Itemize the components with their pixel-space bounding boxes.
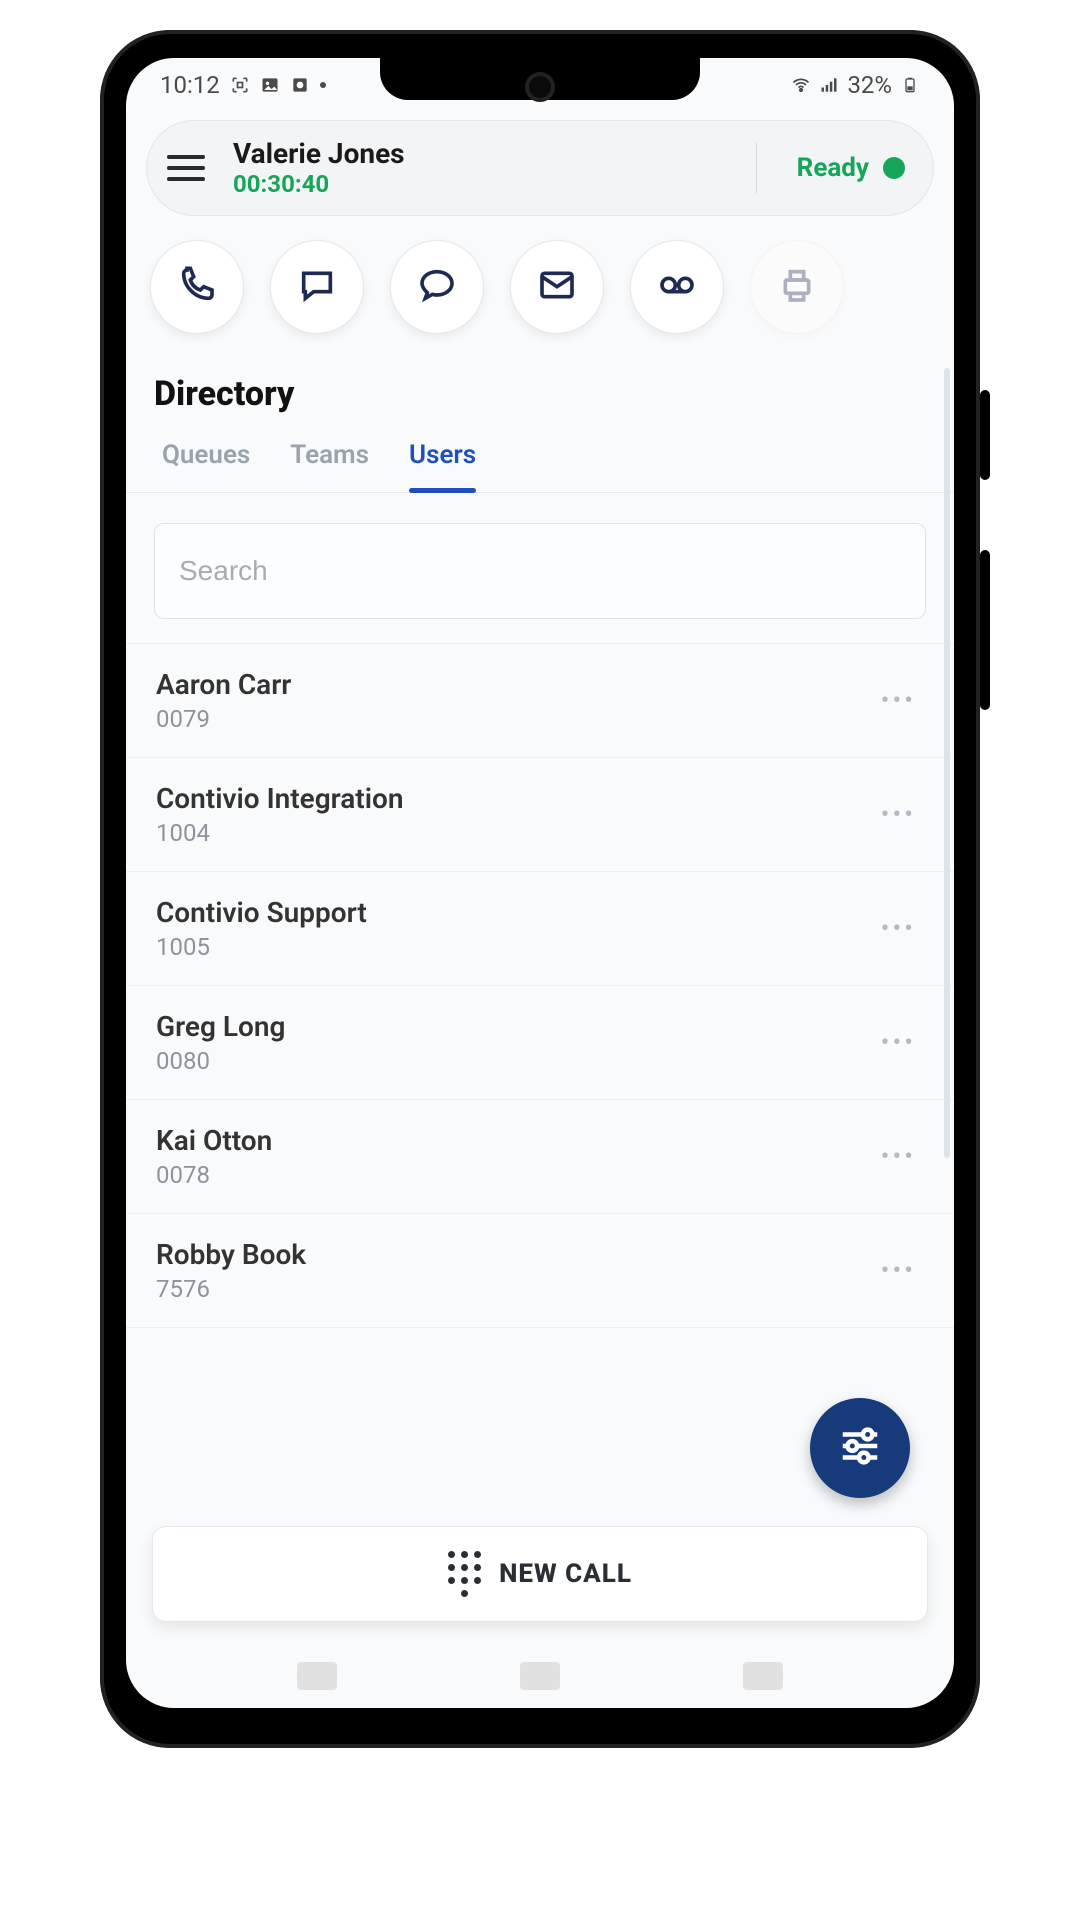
battery-text: 32% [847,71,892,99]
dialpad-icon [448,1551,481,1597]
phone-icon [177,265,217,309]
more-icon[interactable]: ••• [873,1134,924,1180]
more-icon[interactable]: ••• [873,792,924,838]
phone-side-button [980,390,990,480]
user-row[interactable]: Kai Otton 0078 ••• [126,1100,954,1214]
more-notifications-dot [320,82,326,88]
user-extension: 0079 [156,705,291,733]
search-input[interactable] [154,523,926,619]
new-call-label: NEW CALL [499,1559,632,1589]
agent-status-label: Ready [797,153,869,183]
user-name: Contivio Integration [156,782,403,815]
channel-fax [750,240,844,334]
agent-info: Valerie Jones 00:30:40 [233,137,734,199]
status-time: 10:12 [160,71,220,99]
screenshot-icon [230,75,250,95]
user-name: Aaron Carr [156,668,291,701]
filter-fab[interactable] [810,1398,910,1498]
battery-icon [900,75,920,95]
channel-voicemail[interactable] [630,240,724,334]
more-icon[interactable]: ••• [873,906,924,952]
user-name: Contivio Support [156,896,367,929]
more-icon[interactable]: ••• [873,1020,924,1066]
sms-icon [297,265,337,309]
user-row[interactable]: Aaron Carr 0079 ••• [126,643,954,758]
fax-icon [777,265,817,309]
nav-hint [126,1662,954,1690]
agent-timer: 00:30:40 [233,170,734,199]
user-extension: 1004 [156,819,403,847]
status-bar-left: 10:12 [160,71,326,99]
user-row[interactable]: Contivio Support 1005 ••• [126,872,954,986]
user-info: Robby Book 7576 [156,1238,306,1303]
image-icon [260,75,280,95]
user-name: Kai Otton [156,1124,272,1157]
chat-icon [417,265,457,309]
scrollbar[interactable] [944,368,950,1158]
user-extension: 7576 [156,1275,306,1303]
channel-chat[interactable] [390,240,484,334]
user-info: Contivio Support 1005 [156,896,367,961]
channel-phone[interactable] [150,240,244,334]
tab-users[interactable]: Users [409,430,476,492]
status-bar-right: 32% [791,71,920,99]
new-call-button[interactable]: NEW CALL [152,1526,928,1622]
search-wrap [126,493,954,637]
user-name: Robby Book [156,1238,306,1271]
agent-status[interactable]: Ready [779,153,905,183]
signal-icon [819,75,839,95]
tab-queues[interactable]: Queues [162,430,250,492]
page-title: Directory [126,344,954,430]
channel-sms[interactable] [270,240,364,334]
user-row[interactable]: Contivio Integration 1004 ••• [126,758,954,872]
user-extension: 0080 [156,1047,285,1075]
directory-tabs: Queues Teams Users [126,430,954,493]
user-name: Greg Long [156,1010,285,1043]
screen: 10:12 32% [126,58,954,1708]
status-dot-icon [883,157,905,179]
sliders-icon [837,1423,883,1473]
user-row[interactable]: Robby Book 7576 ••• [126,1214,954,1328]
user-info: Greg Long 0080 [156,1010,285,1075]
phone-side-button [980,550,990,710]
user-info: Kai Otton 0078 [156,1124,272,1189]
user-extension: 0078 [156,1161,272,1189]
phone-notch [380,58,700,100]
user-info: Contivio Integration 1004 [156,782,403,847]
channel-email[interactable] [510,240,604,334]
voicemail-icon [657,265,697,309]
more-icon[interactable]: ••• [873,1248,924,1294]
menu-button[interactable] [167,146,211,190]
user-list: Aaron Carr 0079 ••• Contivio Integration 100… [126,643,954,1328]
agent-name: Valerie Jones [233,137,734,171]
agent-header: Valerie Jones 00:30:40 Ready [146,120,934,216]
wifi-icon [791,75,811,95]
user-info: Aaron Carr 0079 [156,668,291,733]
email-icon [537,265,577,309]
channel-row [126,216,954,344]
more-icon[interactable]: ••• [873,678,924,724]
user-row[interactable]: Greg Long 0080 ••• [126,986,954,1100]
divider [756,143,757,193]
app-icon [290,75,310,95]
tab-teams[interactable]: Teams [290,430,369,492]
user-extension: 1005 [156,933,367,961]
phone-frame: 10:12 32% [100,30,980,1748]
